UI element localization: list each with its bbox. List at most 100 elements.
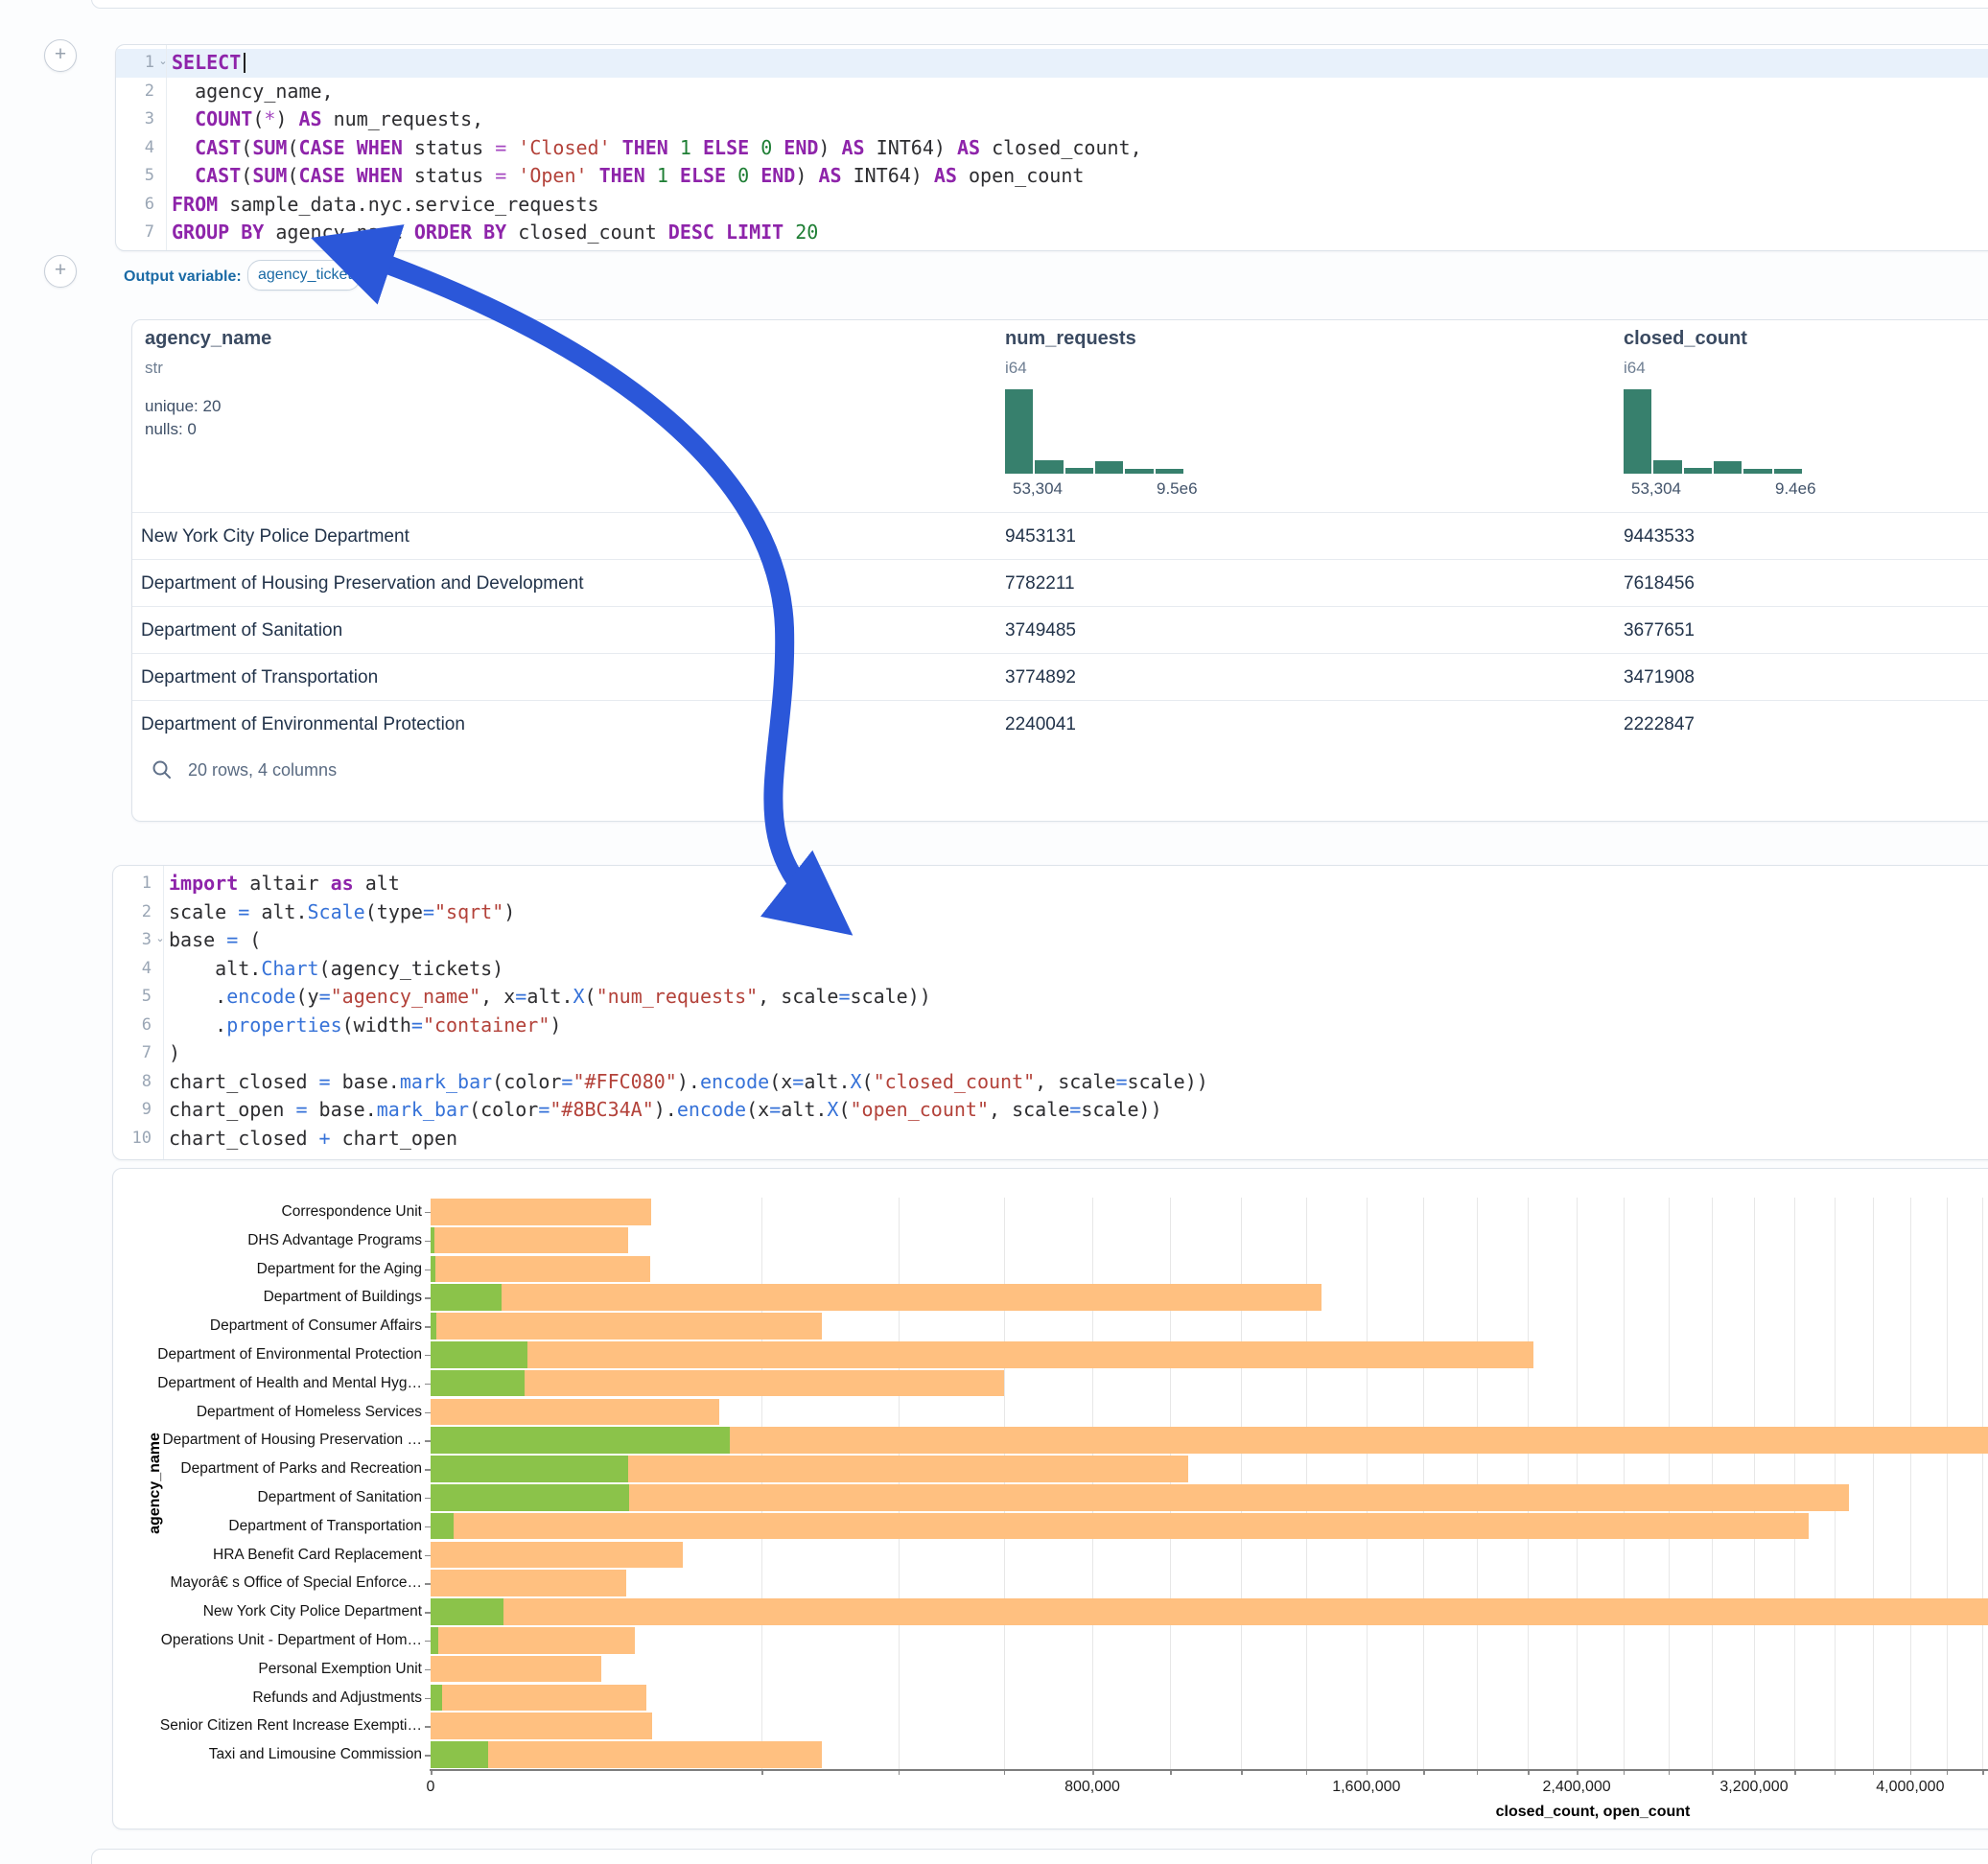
- chevron-down-icon[interactable]: ⌄: [156, 55, 170, 67]
- bar-closed: [431, 1284, 1321, 1311]
- x-tick-label: 0: [427, 1779, 435, 1796]
- column-type-num-requests: i64: [1005, 359, 1027, 378]
- table-row[interactable]: New York City Police Department 9453131 94…: [132, 512, 1988, 560]
- table-row[interactable]: Department of Transportation377489234719…: [132, 653, 1988, 701]
- sql-code-editor[interactable]: SELECT agency_name, COUNT(*) AS num_requ…: [172, 49, 1988, 247]
- gridline: [1835, 1198, 1836, 1769]
- x-tick-label: 4,000,000: [1876, 1779, 1944, 1796]
- chart-card: 0 800,000 1,600,000 2,400,000 3,200,000 4,000…: [112, 1168, 1988, 1829]
- x-tick-label: 1,600,000: [1332, 1779, 1400, 1796]
- code-line: SELECT: [172, 49, 1988, 78]
- bar-closed: [431, 1570, 626, 1596]
- bar-closed: [431, 1627, 635, 1654]
- gutter-separator: [166, 45, 167, 250]
- bar-open: [431, 1427, 730, 1454]
- table-cell: 9443533: [1624, 513, 1695, 560]
- column-stat-nulls: nulls: 0: [145, 420, 197, 439]
- python-code-editor[interactable]: import altair as altscale = alt.Scale(ty…: [169, 870, 1988, 1153]
- x-tick-label: 3,200,000: [1719, 1779, 1788, 1796]
- code-line: .encode(y="agency_name", x=alt.X("num_re…: [169, 983, 1988, 1012]
- gridline: [1947, 1198, 1948, 1769]
- line-number: 4: [113, 955, 152, 984]
- table-cell: 2222847: [1624, 701, 1695, 748]
- table-cell: 3677651: [1624, 607, 1695, 654]
- code-line: chart_closed = base.mark_bar(color="#FFC…: [169, 1068, 1988, 1097]
- table-row[interactable]: Department of Environmental Protection22…: [132, 700, 1988, 748]
- column-header-closed-count: closed_count: [1624, 328, 1747, 350]
- code-line: GROUP BY agency_name ORDER BY closed_cou…: [172, 219, 1988, 247]
- bar-closed: [431, 1542, 683, 1569]
- table-cell: Department of Housing Preservation and D…: [141, 560, 584, 607]
- column-type-agency-name: str: [145, 359, 163, 378]
- gridline: [1754, 1198, 1755, 1769]
- y-axis-label: Department of Buildings: [113, 1283, 422, 1312]
- bar-open: [431, 1598, 503, 1625]
- line-number: 3: [116, 105, 154, 134]
- y-axis-title: agency_name: [147, 1433, 164, 1534]
- histogram-bar: [1684, 468, 1712, 474]
- table-cell: 7782211: [1005, 560, 1075, 607]
- histogram-bar: [1774, 469, 1802, 474]
- line-number: 5: [116, 162, 154, 191]
- histogram-bar: [1624, 389, 1651, 474]
- notebook-page: + + 1234567 SELECT agency_name, COUNT(*)…: [0, 0, 1988, 1864]
- text-cursor: [244, 53, 246, 73]
- bar-open: [431, 1484, 629, 1511]
- y-axis-label: DHS Advantage Programs: [113, 1226, 422, 1255]
- y-axis-label: Mayorâ€ s Office of Special Enforce…: [113, 1569, 422, 1597]
- bar-open: [431, 1741, 488, 1768]
- bar-closed: [431, 1341, 1533, 1368]
- histogram-bar: [1743, 469, 1771, 474]
- gridline: [1092, 1198, 1093, 1769]
- bar-open: [431, 1456, 628, 1482]
- line-number: 6: [113, 1012, 152, 1040]
- line-number: 5: [113, 983, 152, 1012]
- gridline: [1794, 1198, 1795, 1769]
- bar-open: [431, 1256, 435, 1283]
- x-axis-line: [430, 1769, 1988, 1771]
- bar-closed: [431, 1484, 1849, 1511]
- bar-closed: [431, 1713, 652, 1739]
- gridline: [1241, 1198, 1242, 1769]
- column-header-num-requests: num_requests: [1005, 328, 1136, 350]
- python-cell: 12345678910 import altair as altscale = …: [112, 865, 1988, 1160]
- histogram-bar: [1065, 468, 1093, 474]
- code-line: CAST(SUM(CASE WHEN status = 'Closed' THE…: [172, 134, 1988, 163]
- line-number: 8: [113, 1068, 152, 1097]
- histogram-bar: [1714, 461, 1742, 474]
- histogram-bar: [1653, 460, 1681, 474]
- bar-open: [431, 1284, 502, 1311]
- histogram-bar: [1156, 469, 1183, 474]
- bar-closed: [431, 1199, 651, 1225]
- code-line: COUNT(*) AS num_requests,: [172, 105, 1988, 134]
- table-row[interactable]: Department of Sanitation37494853677651: [132, 606, 1988, 654]
- y-axis-label: Personal Exemption Unit: [113, 1655, 422, 1684]
- gridline: [1528, 1198, 1529, 1769]
- bar-open: [431, 1627, 438, 1654]
- x-tick-label: 800,000: [1064, 1779, 1120, 1796]
- output-variable-pill[interactable]: agency_tickets: [247, 260, 361, 291]
- table-cell: New York City Police Department: [141, 513, 409, 560]
- code-line: .properties(width="container"): [169, 1012, 1988, 1040]
- y-axis-label: Refunds and Adjustments: [113, 1684, 422, 1713]
- gridline: [1577, 1198, 1578, 1769]
- y-axis-label: Department of Environmental Protection: [113, 1340, 422, 1369]
- histogram-min-label: 53,304: [1631, 479, 1681, 499]
- y-axis-label: Department of Health and Mental Hyg…: [113, 1369, 422, 1398]
- chevron-down-icon[interactable]: ⌄: [153, 932, 167, 944]
- y-axis-label: Operations Unit - Department of Hom…: [113, 1626, 422, 1655]
- add-cell-button-top[interactable]: +: [44, 39, 77, 72]
- column-type-closed-count: i64: [1624, 359, 1646, 378]
- gridline: [1004, 1198, 1005, 1769]
- table-cell: 9453131: [1005, 513, 1076, 560]
- y-axis-label: Senior Citizen Rent Increase Exempti…: [113, 1712, 422, 1740]
- sql-line-numbers: 1234567: [116, 49, 154, 247]
- x-tick-label: 2,400,000: [1543, 1779, 1611, 1796]
- histogram-closed-count: [1624, 389, 1802, 474]
- bar-open: [431, 1341, 527, 1368]
- add-cell-button-output[interactable]: +: [44, 255, 77, 288]
- search-icon[interactable]: [152, 759, 173, 781]
- histogram-max-label: 9.5e6: [1157, 479, 1198, 499]
- code-line: CAST(SUM(CASE WHEN status = 'Open' THEN …: [172, 162, 1988, 191]
- table-row[interactable]: Department of Housing Preservation and D…: [132, 559, 1988, 607]
